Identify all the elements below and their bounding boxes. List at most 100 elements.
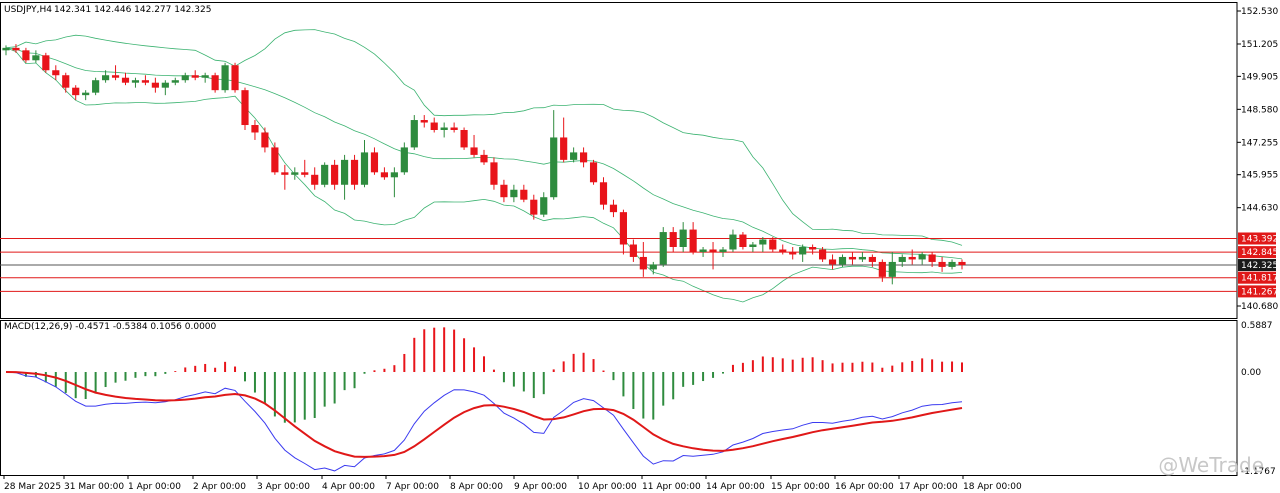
x-tick-label: 9 Apr 00:00 (514, 482, 567, 492)
candle-body (380, 172, 389, 178)
candle-body (689, 229, 697, 252)
candle-body (42, 55, 50, 71)
candle-body (321, 164, 329, 185)
y-tick-label: 145.955 (1241, 171, 1278, 181)
candle-body (92, 80, 100, 93)
candle-body (659, 232, 667, 265)
candle-body (579, 152, 588, 163)
candle-body (669, 232, 677, 247)
candle-body (400, 147, 408, 173)
candle-body (719, 249, 727, 252)
candle-body (151, 82, 159, 88)
candle-body (231, 65, 239, 91)
y-tick-label: 140.680 (1241, 302, 1278, 312)
macd-pane-border (0, 320, 1238, 476)
candle-body (131, 80, 140, 83)
candle-body (928, 254, 936, 262)
x-tick-label: 11 Apr 00:00 (642, 482, 701, 492)
candle-body (888, 261, 896, 277)
x-tick-label: 8 Apr 00:00 (450, 482, 503, 492)
y-tick-label: 148.580 (1241, 105, 1278, 115)
candle-body (271, 147, 279, 173)
x-tick-label: 2 Apr 00:00 (193, 482, 246, 492)
candle-body (251, 125, 259, 133)
x-tick-label: 14 Apr 00:00 (706, 482, 765, 492)
price-label: 141.267 (1241, 287, 1278, 297)
candle-body (948, 261, 956, 267)
candlesticks (2, 44, 966, 285)
candle-body (818, 249, 827, 260)
candle-body (22, 50, 30, 61)
price-label: 143.392 (1241, 234, 1278, 244)
candle-body (301, 172, 309, 175)
candle-body (101, 75, 110, 81)
candle-body (789, 251, 797, 255)
candle-body (958, 261, 966, 266)
candle-body (619, 212, 628, 245)
candle-body (410, 120, 418, 148)
candle-body (62, 75, 70, 88)
candle-body (520, 189, 528, 200)
candle-body (809, 247, 817, 250)
symbol-timeframe: USDJPY,H4 (4, 5, 52, 15)
price-chart[interactable]: 152.530 151.205 149.905 148.580 147.255 145.9… (0, 0, 1280, 493)
x-tick-label: 1 Apr 00:00 (128, 482, 181, 492)
x-tick-label: 7 Apr 00:00 (386, 482, 439, 492)
y-tick-label: 144.630 (1241, 204, 1278, 214)
x-tick-label: 15 Apr 00:00 (771, 482, 830, 492)
signal-line (5, 371, 963, 458)
candle-body (828, 259, 837, 265)
candle-body (550, 137, 558, 198)
candle-body (390, 172, 398, 178)
x-tick-label: 3 Apr 00:00 (257, 482, 310, 492)
candle-body (530, 199, 538, 215)
candle-body (749, 244, 757, 247)
candle-body (599, 182, 608, 205)
candle-body (878, 261, 886, 277)
candle-body (649, 264, 657, 270)
macd-label: MACD(12,26,9) -0.4571 -0.5384 0.1056 0.0… (4, 322, 217, 332)
candle-body (938, 261, 946, 267)
candle-body (779, 249, 787, 252)
candle-body (241, 90, 249, 126)
bollinger-upper (5, 29, 963, 246)
candle-body (480, 154, 488, 163)
bollinger-lower (5, 47, 963, 303)
candle-body (699, 249, 707, 252)
candle-body (560, 137, 568, 160)
candle-body (540, 197, 548, 215)
price-levels (0, 237, 1237, 292)
candle-body (570, 152, 578, 160)
y-tick-label: 151.205 (1241, 40, 1278, 50)
candle-body (759, 239, 767, 245)
candle-body (609, 204, 618, 213)
macd-axis-label: 0.5887 (1241, 321, 1273, 331)
x-tick-label: 18 Apr 00:00 (963, 482, 1022, 492)
watermark: @WeTrade (1158, 453, 1264, 477)
bollinger-bands (5, 29, 963, 303)
candle-body (370, 152, 379, 173)
candle-body (141, 80, 150, 83)
candle-body (838, 256, 847, 265)
candle-body (350, 159, 359, 185)
candle-body (908, 256, 916, 260)
candle-body (510, 189, 518, 198)
candle-body (470, 147, 478, 155)
candle-body (639, 256, 647, 270)
candle-body (440, 127, 448, 130)
macd-line (5, 371, 963, 472)
candle-body (82, 92, 90, 96)
candle-body (769, 239, 777, 250)
candle-body (331, 164, 339, 185)
candle-body (729, 234, 737, 250)
price-label: 142.845 (1241, 248, 1278, 258)
candle-body (848, 256, 857, 260)
candle-body (629, 244, 637, 257)
y-tick-label: 147.255 (1241, 138, 1278, 148)
price-label: 142.325 (1241, 261, 1278, 271)
candle-body (281, 172, 289, 175)
candle-body (221, 65, 229, 91)
candle-body (340, 159, 349, 185)
candle-body (32, 55, 40, 61)
candle-body (858, 256, 867, 260)
